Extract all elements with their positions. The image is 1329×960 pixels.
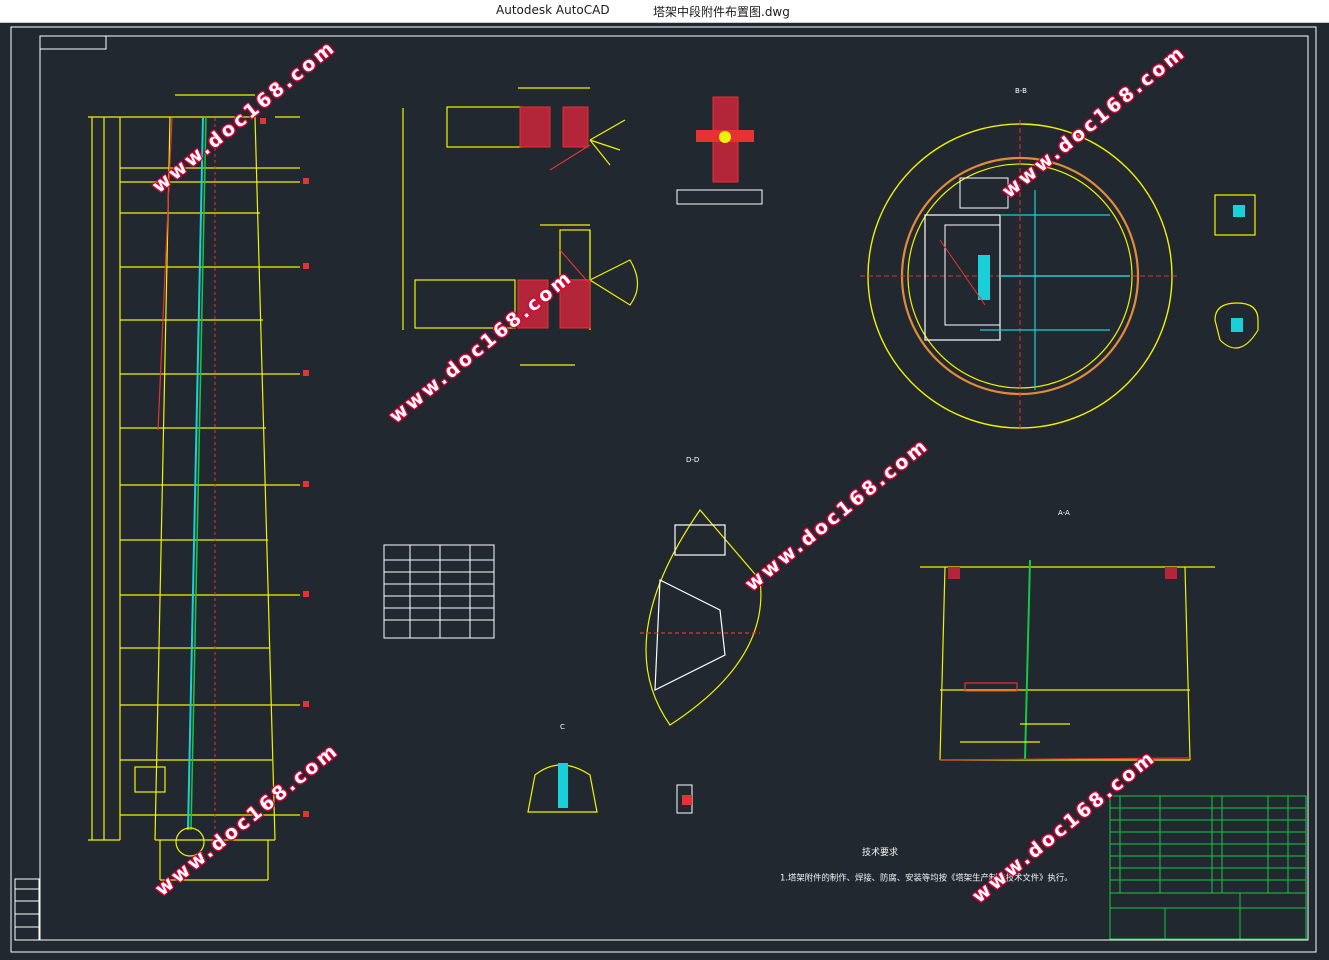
parts-table: [383, 544, 495, 639]
section-aa: [920, 559, 1215, 761]
section-label: C: [560, 723, 565, 731]
inner-frame: [39, 35, 1309, 941]
section-label: B-B: [1015, 87, 1027, 95]
small-top-detail: [676, 96, 763, 205]
margin-table: [14, 878, 40, 941]
technical-requirements-text: 1.塔架附件的制作、焊接、防腐、安装等均按《塔架生产制造技术文件》执行。: [780, 873, 1073, 884]
technical-requirements-title: 技术要求: [862, 848, 899, 858]
tower-markers: [260, 118, 309, 817]
window-titlebar: Autodesk AutoCAD 塔架中段附件布置图.dwg: [0, 0, 1329, 23]
section-dd: [640, 509, 762, 726]
app-name: Autodesk AutoCAD: [496, 3, 610, 17]
corner-box: [39, 35, 107, 50]
tower-elevation: [88, 94, 300, 881]
title-block: [1109, 795, 1307, 940]
document-title: 塔架中段附件布置图.dwg: [653, 5, 790, 19]
drawing-canvas[interactable]: B-B D-D A-A C 技术要求 1.塔架附件的制作、焊接、防腐、安装等均按《塔架…: [0, 23, 1329, 960]
section-label: D-D: [686, 456, 699, 464]
section-label: A-A: [1058, 509, 1070, 517]
